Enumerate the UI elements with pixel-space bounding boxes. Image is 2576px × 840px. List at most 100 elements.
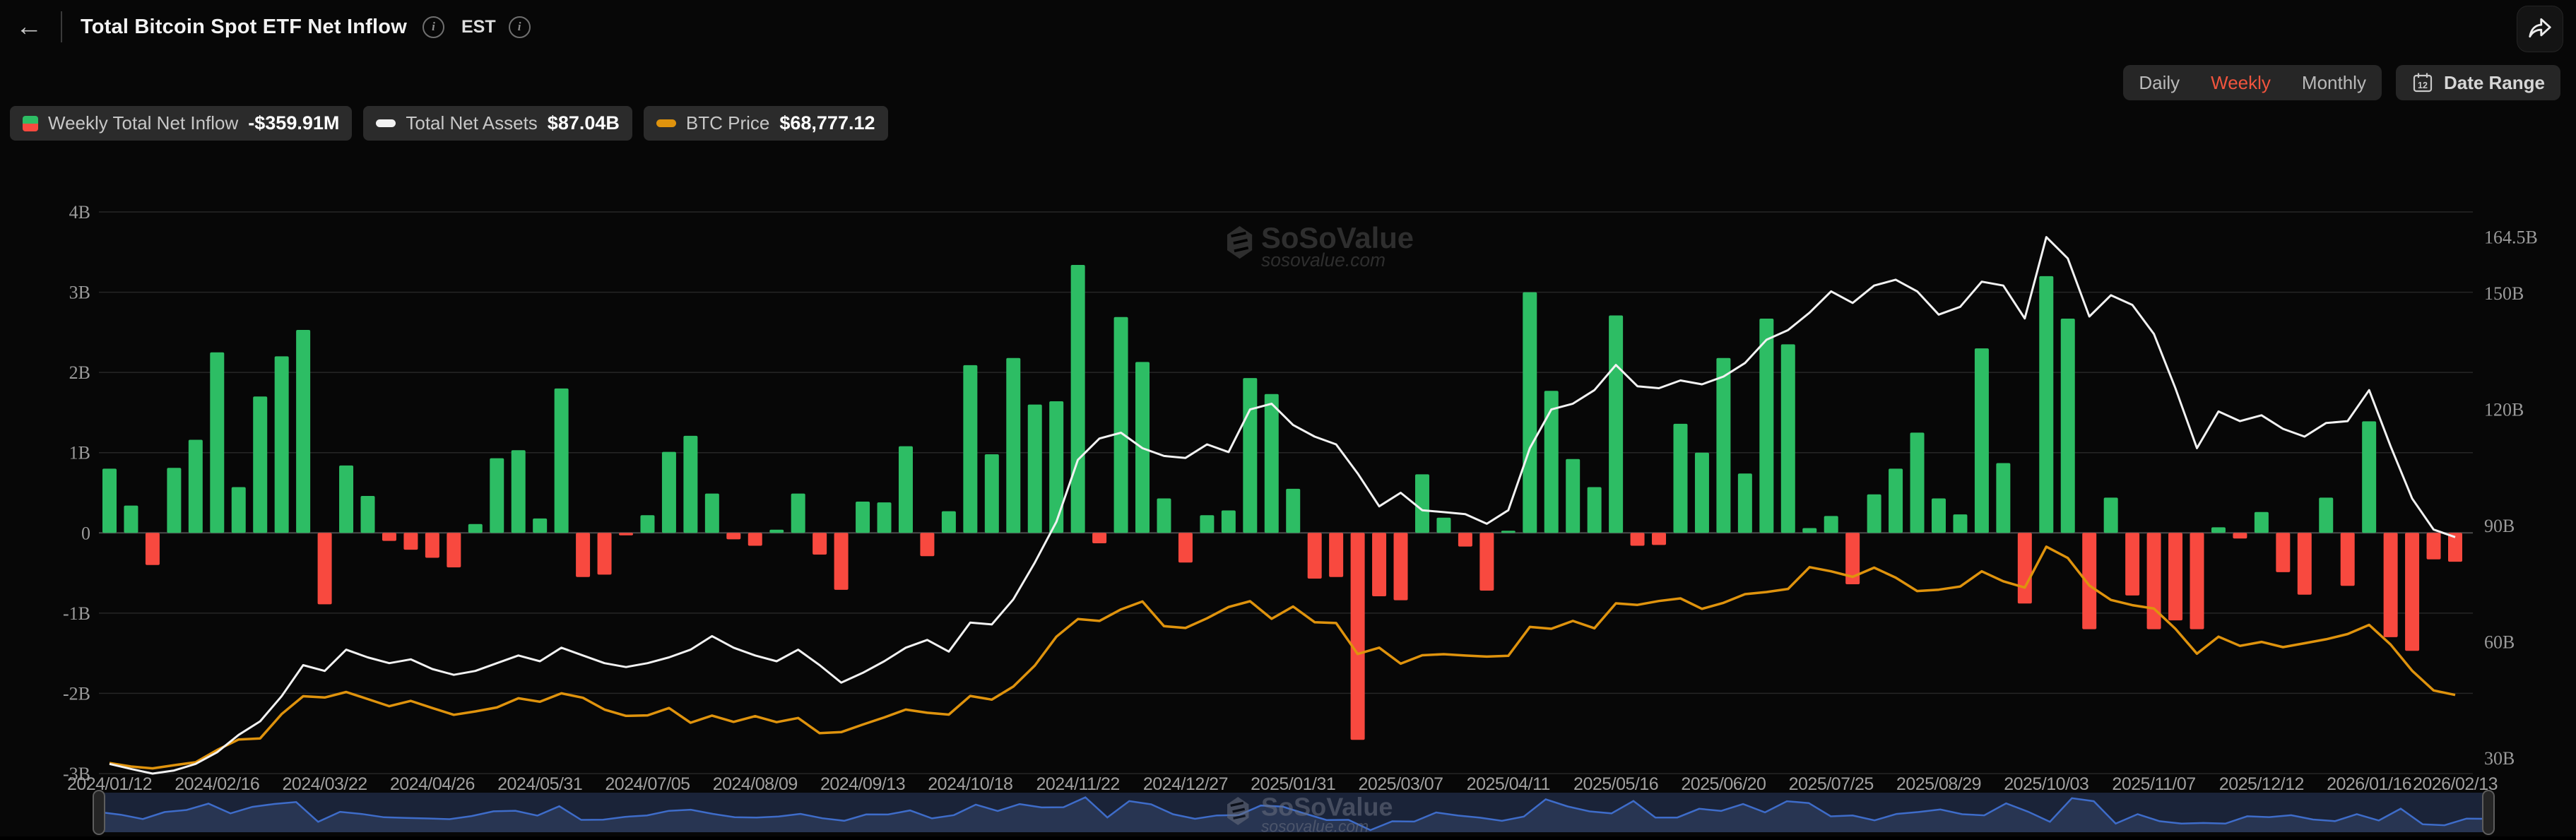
inflow-bar (2211, 527, 2226, 533)
inflow-bar (2168, 533, 2182, 620)
chart-area[interactable]: 4B3B2B1B0-1B-2B-3B164.5B150B120B90B60B30… (0, 198, 2576, 836)
legend-item-price[interactable]: BTC Price $68,777.12 (644, 106, 888, 141)
inflow-bar (318, 533, 332, 604)
x-axis-tick: 2025/07/25 (1789, 774, 1874, 794)
main-chart-svg[interactable]: 4B3B2B1B0-1B-2B-3B164.5B150B120B90B60B30… (0, 198, 2576, 836)
inflow-bar (2319, 497, 2333, 533)
inflow-bar (2448, 533, 2462, 562)
inflow-bar (878, 502, 892, 533)
inflow-bar (2061, 319, 2075, 533)
inflow-bars[interactable] (102, 265, 2462, 740)
legend: Weekly Total Net Inflow -$359.91M Total … (10, 106, 888, 141)
page-title: Total Bitcoin Spot ETF Net Inflow (81, 16, 407, 39)
x-axis-tick: 2024/12/27 (1143, 774, 1228, 794)
inflow-bar (1351, 533, 1365, 740)
inflow-bar (275, 356, 289, 533)
inflow-bar (468, 524, 483, 533)
x-axis-tick: 2025/04/11 (1467, 774, 1550, 794)
tab-daily[interactable]: Daily (2139, 72, 2180, 94)
left-axis-tick: 1B (69, 443, 90, 463)
inflow-bar (2039, 276, 2053, 533)
legend-label: Total Net Assets (406, 112, 537, 134)
calendar-icon: 12 (2411, 71, 2434, 94)
inflow-bar (1028, 405, 1042, 533)
inflow-bar (1286, 489, 1300, 533)
x-axis-tick: 2026/01/16 (2327, 774, 2411, 794)
tab-weekly[interactable]: Weekly (2211, 72, 2271, 94)
inflow-bar (1673, 424, 1687, 533)
inflow-bar (619, 533, 633, 535)
inflow-bar (2190, 533, 2204, 629)
x-axis-tick: 2025/05/16 (1573, 774, 1658, 794)
inflow-bar (361, 496, 375, 533)
app-root: { "header": {"title": "Total Bitcoin Spo… (0, 0, 2576, 836)
inflow-bar (769, 530, 784, 533)
inflow-bar (1329, 533, 1343, 576)
left-axis-tick: 4B (69, 202, 90, 223)
date-range-label: Date Range (2444, 72, 2545, 94)
inflow-bar (1652, 533, 1666, 545)
inflow-bar (189, 440, 203, 533)
inflow-bar (834, 533, 849, 590)
inflow-bar (1178, 533, 1193, 562)
x-axis-tick: 2025/11/07 (2112, 774, 2195, 794)
x-axis-tick: 2025/01/31 (1251, 774, 1335, 794)
inflow-bar (791, 494, 805, 533)
right-axis-tick: 164.5B (2484, 227, 2538, 248)
inflow-bar (1889, 468, 1903, 533)
left-axis-tick: 0 (81, 523, 90, 543)
inflow-bar (167, 468, 181, 533)
inflow-bar (1695, 453, 1709, 533)
inflow-bar (1415, 474, 1429, 533)
chart-controls: Daily Weekly Monthly 12 Date Range (2123, 65, 2560, 100)
inflow-bar (512, 450, 526, 533)
x-axis-tick: 2025/03/07 (1358, 774, 1443, 794)
inflow-bar (1049, 401, 1063, 533)
x-axis-labels: 2024/01/122024/02/162024/03/222024/04/26… (67, 774, 2498, 794)
inflow-bar (899, 446, 913, 533)
left-axis-tick: -2B (63, 683, 90, 704)
right-axis-tick: 90B (2484, 516, 2515, 536)
legend-item-assets[interactable]: Total Net Assets $87.04B (363, 106, 632, 141)
inflow-bar (2384, 533, 2398, 637)
inflow-bar (232, 487, 246, 533)
inflow-bar (1802, 528, 1816, 533)
legend-item-inflow[interactable]: Weekly Total Net Inflow -$359.91M (10, 106, 352, 141)
navigator-left-handle[interactable] (93, 791, 105, 834)
inflow-bar (1006, 358, 1020, 533)
svg-text:12: 12 (2418, 81, 2428, 90)
inflow-bar (490, 459, 504, 533)
x-axis-tick: 2024/05/31 (497, 774, 582, 794)
back-button[interactable]: ← (10, 11, 48, 43)
inflow-bar (339, 466, 353, 533)
inflow-bar (2104, 497, 2118, 533)
inflow-bar (1092, 533, 1106, 543)
timezone-info-icon[interactable]: i (509, 16, 531, 38)
x-axis-tick: 2024/09/13 (820, 774, 905, 794)
navigator-right-handle[interactable] (2483, 791, 2494, 834)
btc-price-line (110, 547, 2455, 769)
x-axis-tick: 2024/04/26 (390, 774, 475, 794)
x-axis-tick: 2024/11/22 (1036, 774, 1120, 794)
inflow-bar (1609, 316, 1623, 533)
x-axis-tick: 2025/12/12 (2219, 774, 2304, 794)
x-axis-tick: 2024/03/22 (283, 774, 367, 794)
inflow-bar (253, 396, 267, 533)
inflow-bar (2276, 533, 2290, 572)
legend-label: BTC Price (686, 112, 769, 134)
inflow-bar (1631, 533, 1645, 545)
share-button[interactable] (2517, 6, 2563, 52)
info-icon[interactable]: i (423, 16, 444, 38)
inflow-bar (1953, 514, 1967, 533)
inflow-bar (1738, 473, 1752, 533)
timezone-label: EST (461, 17, 496, 37)
inflow-bar (1458, 533, 1472, 546)
inflow-bar (1910, 432, 1925, 533)
legend-value: $68,777.12 (779, 112, 875, 134)
header: ← Total Bitcoin Spot ETF Net Inflow i ES… (10, 7, 531, 47)
inflow-bar (210, 353, 224, 533)
tab-monthly[interactable]: Monthly (2302, 72, 2366, 94)
date-range-button[interactable]: 12 Date Range (2396, 65, 2560, 100)
inflow-bar (296, 330, 310, 533)
right-axis-tick: 150B (2484, 283, 2524, 304)
